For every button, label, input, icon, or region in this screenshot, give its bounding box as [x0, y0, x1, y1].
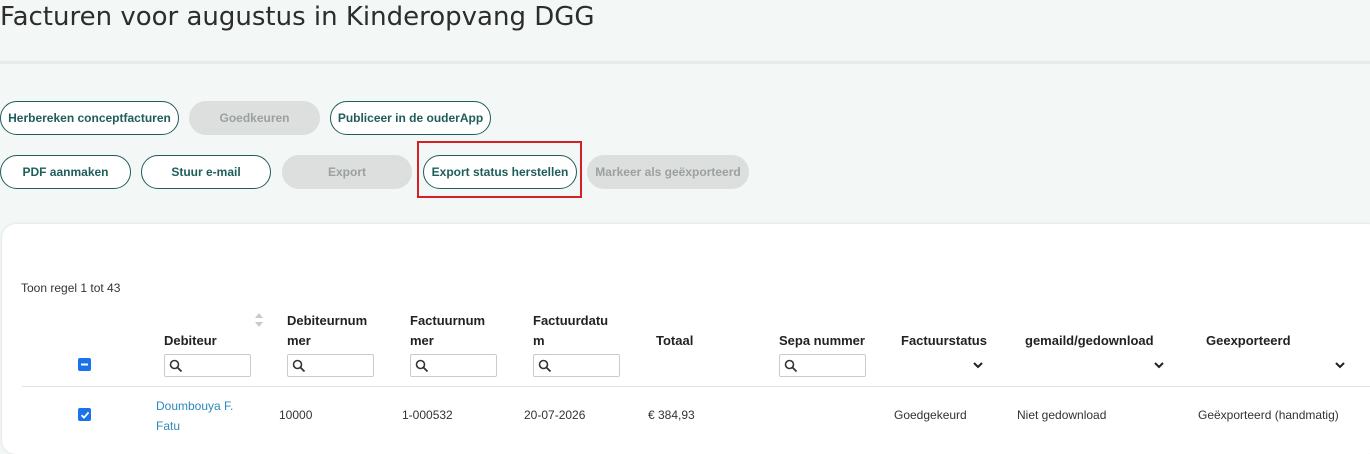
column-header-factuurdatum[interactable]: Factuurdatu m — [533, 311, 608, 351]
select-all-checkbox[interactable] — [78, 358, 91, 371]
search-icon — [415, 359, 429, 373]
column-header-totaal[interactable]: Totaal — [656, 331, 693, 351]
cell-factuurdatum: 20-07-2026 — [524, 408, 586, 422]
column-header-label: Debiteur — [164, 333, 217, 348]
search-icon — [169, 359, 183, 373]
filter-debiteur-input[interactable] — [164, 354, 251, 377]
debiteur-link[interactable]: Doumbouya F. Fatu — [156, 396, 251, 436]
column-header-label: mer — [410, 333, 434, 348]
cell-factuurstatus: Goedgekeurd — [894, 408, 967, 422]
cell-gemaild: Niet gedownload — [1017, 408, 1107, 422]
filter-sepa-input[interactable] — [779, 354, 866, 377]
column-header-factuurnummer[interactable]: Factuurnum mer — [410, 311, 485, 351]
highlight-box — [417, 141, 582, 198]
search-icon — [292, 359, 306, 373]
chevron-down-icon[interactable] — [1333, 358, 1347, 372]
search-icon — [784, 359, 798, 373]
table-info: Toon regel 1 tot 43 — [21, 281, 121, 295]
export-button: Export — [282, 155, 412, 189]
title-divider — [0, 61, 1370, 64]
column-header-debiteur[interactable]: Debiteur — [164, 331, 217, 351]
chevron-down-icon[interactable] — [971, 358, 985, 372]
column-header-label: m — [533, 333, 545, 348]
header-divider — [22, 386, 1370, 387]
column-header-label: Debiteurnum — [287, 313, 368, 328]
page-title: Facturen voor augustus in Kinderopvang D… — [0, 2, 595, 32]
sort-icon[interactable] — [254, 312, 264, 328]
stuur-email-button[interactable]: Stuur e-mail — [141, 155, 271, 189]
minus-icon — [81, 363, 88, 366]
row-select-checkbox[interactable] — [78, 408, 91, 421]
goedkeuren-button: Goedkeuren — [189, 101, 320, 135]
column-header-debiteurnummer[interactable]: Debiteurnum mer — [287, 311, 367, 351]
column-header-geexporteerd[interactable]: Geexporteerd — [1206, 331, 1291, 351]
column-header-label: Factuurdatu — [533, 313, 609, 328]
cell-geexporteerd: Geëxporteerd (handmatig) — [1198, 408, 1339, 422]
cell-factuurnummer: 1-000532 — [402, 408, 453, 422]
chevron-down-icon[interactable] — [1152, 358, 1166, 372]
markeer-als-geexporteerd-button: Markeer als geëxporteerd — [587, 155, 749, 189]
column-header-sepa[interactable]: Sepa nummer — [779, 331, 865, 351]
column-header-label: Factuurnum — [410, 313, 486, 328]
column-header-factuurstatus[interactable]: Factuurstatus — [901, 331, 987, 351]
column-header-label: mer — [287, 333, 311, 348]
search-icon — [538, 359, 552, 373]
cell-debiteurnummer: 10000 — [279, 408, 313, 422]
filter-debiteurnummer-input[interactable] — [287, 354, 374, 377]
pdf-aanmaken-button[interactable]: PDF aanmaken — [0, 155, 131, 189]
filter-factuurnummer-input[interactable] — [410, 354, 497, 377]
herbereken-conceptfacturen-button[interactable]: Herbereken conceptfacturen — [0, 101, 179, 135]
column-header-gemaild[interactable]: gemaild/gedownload — [1025, 331, 1154, 351]
cell-totaal: € 384,93 — [648, 408, 695, 422]
filter-factuurdatum-input[interactable] — [533, 354, 620, 377]
checkmark-icon — [80, 411, 89, 419]
publiceer-ouderapp-button[interactable]: Publiceer in de ouderApp — [330, 101, 491, 135]
